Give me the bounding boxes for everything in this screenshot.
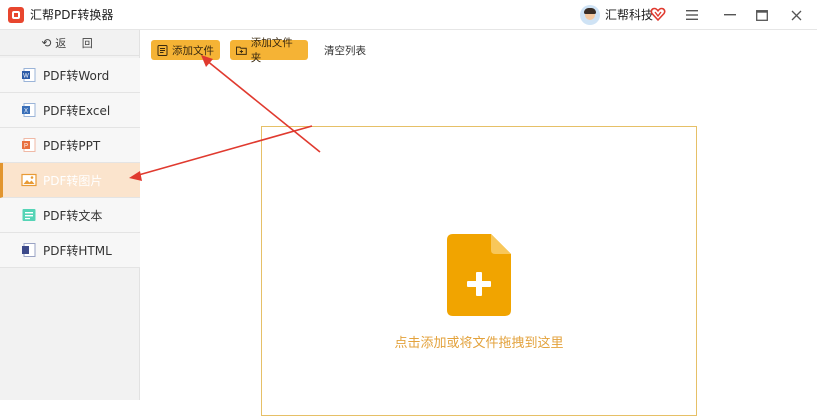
sidebar-item-pdf-to-image[interactable]: PDF转图片	[0, 163, 140, 198]
close-icon[interactable]	[784, 4, 808, 26]
sidebar-item-pdf-to-word[interactable]: W PDF转Word	[0, 58, 140, 93]
back-label: 返 回	[55, 36, 99, 50]
clear-list-button[interactable]: 清空列表	[324, 43, 366, 58]
minimize-icon[interactable]	[718, 4, 742, 26]
sidebar-item-label: PDF转文本	[43, 208, 103, 223]
maximize-icon[interactable]	[750, 4, 774, 26]
sidebar-item-label: PDF转Word	[43, 68, 110, 83]
image-icon	[21, 173, 37, 187]
app-title: 汇帮PDF转换器	[30, 8, 114, 22]
svg-text:W: W	[23, 74, 29, 80]
sidebar-item-pdf-to-html[interactable]: PDF转HTML	[0, 233, 140, 268]
user-avatar[interactable]	[580, 5, 600, 25]
file-list-icon	[157, 44, 168, 56]
menu-icon[interactable]	[680, 4, 704, 26]
sidebar-item-label: PDF转PPT	[43, 138, 101, 153]
ppt-icon: P	[22, 138, 36, 152]
back-button[interactable]: ⟲ 返 回	[0, 30, 140, 56]
add-document-icon[interactable]	[447, 234, 511, 316]
vip-heart-icon[interactable]	[650, 6, 666, 22]
user-name[interactable]: 汇帮科技	[605, 8, 653, 22]
sidebar-item-pdf-to-text[interactable]: PDF转文本	[0, 198, 140, 233]
drop-hint-text: 点击添加或将文件拖拽到这里	[394, 336, 564, 351]
word-icon: W	[22, 68, 36, 82]
sidebar-item-label: PDF转Excel	[43, 103, 111, 118]
add-file-label: 添加文件	[172, 44, 214, 57]
add-folder-label: 添加文件夹	[250, 37, 293, 64]
sidebar-item-pdf-to-ppt[interactable]: P PDF转PPT	[0, 128, 140, 163]
text-icon	[22, 209, 36, 221]
add-file-button[interactable]: 添加文件	[151, 40, 220, 60]
sidebar-item-label: PDF转HTML	[43, 243, 112, 258]
excel-icon: X	[22, 103, 36, 117]
folder-add-icon	[236, 46, 247, 55]
app-logo-icon	[8, 7, 24, 23]
back-arrow-icon: ⟲	[41, 35, 52, 50]
svg-text:X: X	[24, 109, 28, 115]
sidebar: ⟲ 返 回 W PDF转Word X PDF转Excel P PDF转PPT P…	[0, 30, 140, 400]
sidebar-item-pdf-to-excel[interactable]: X PDF转Excel	[0, 93, 140, 128]
add-folder-button[interactable]: 添加文件夹	[230, 37, 308, 64]
sidebar-item-label: PDF转图片	[43, 173, 103, 188]
html-icon	[22, 243, 36, 257]
svg-text:P: P	[24, 144, 28, 150]
title-bar: 汇帮PDF转换器 汇帮科技	[0, 0, 817, 30]
